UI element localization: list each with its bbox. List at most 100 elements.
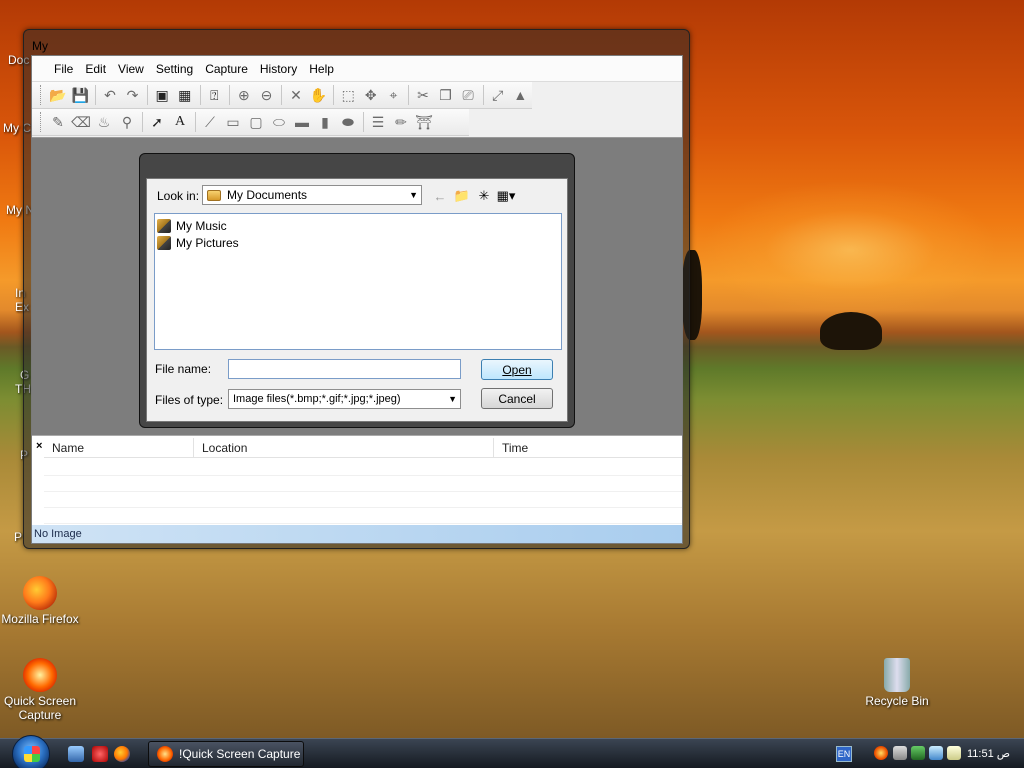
column-name[interactable]: Name [44, 438, 194, 457]
desktop-icon-quick-screen-capture[interactable]: Quick Screen Capture [0, 658, 80, 722]
eyedropper-icon[interactable]: ⚲ [116, 111, 138, 133]
filled-rounded-rect-icon[interactable]: ▮ [314, 111, 336, 133]
filled-ellipse-icon[interactable]: ⬬ [337, 111, 359, 133]
hand-icon[interactable]: ✋ [308, 84, 330, 106]
firefox-quicklaunch-icon[interactable] [114, 746, 130, 762]
tray-display-icon[interactable] [929, 746, 943, 760]
sun-glow [700, 180, 1000, 320]
taskbar: !Quick Screen Capture EN 11:51 ص [0, 735, 1024, 768]
quicklaunch-app-icon[interactable] [92, 746, 108, 762]
rounded-rect-icon[interactable]: ▢ [245, 111, 267, 133]
help-icon[interactable]: ⍰ [203, 84, 225, 106]
line-width-icon[interactable]: ☰ [367, 111, 389, 133]
resize-icon[interactable]: ⤢ [487, 84, 509, 106]
rectangle-icon[interactable]: ▭ [222, 111, 244, 133]
look-in-select[interactable]: My Documents ▼ [202, 185, 422, 205]
file-list[interactable]: My Music My Pictures [154, 213, 562, 350]
pictures-folder-icon [157, 235, 171, 250]
menu-view[interactable]: View [112, 62, 150, 76]
zoom-in-icon[interactable]: ⊕ [233, 84, 255, 106]
tray-capture-icon[interactable] [874, 746, 888, 760]
toolbar-separator [408, 85, 410, 105]
menu-history[interactable]: History [254, 62, 303, 76]
toolbar-separator [195, 112, 196, 132]
firefox-icon [23, 576, 57, 610]
save-icon[interactable]: 💾 [70, 84, 92, 106]
look-in-value: My Documents [227, 188, 308, 202]
file-name-input[interactable] [228, 359, 461, 379]
capture-window-icon[interactable]: ▣ [151, 84, 173, 106]
table-row [44, 476, 682, 492]
open-dialog[interactable]: Look in: My Documents ▼ ← 📁 ✳ ▦▾ My Musi… [139, 153, 575, 428]
language-indicator[interactable]: EN [836, 746, 852, 762]
fill-icon[interactable]: ♨ [93, 111, 115, 133]
up-folder-icon[interactable]: 📁 [451, 187, 473, 205]
toolbar-separator [281, 85, 283, 105]
windows-logo-icon [24, 746, 40, 762]
arrow-icon[interactable]: ➚ [146, 111, 168, 133]
toolbar-separator [147, 85, 149, 105]
app-window[interactable]: My File Edit View Setting Capture Histor… [23, 29, 690, 549]
copy-icon[interactable]: ❐ [435, 84, 457, 106]
pencil-icon[interactable]: ✎ [47, 111, 69, 133]
undo-icon[interactable]: ↶ [99, 84, 121, 106]
cancel-button[interactable]: Cancel [481, 388, 553, 409]
new-folder-icon[interactable]: ✳ [473, 187, 495, 205]
history-panel: × Name Location Time [32, 435, 682, 525]
show-desktop-icon[interactable] [68, 746, 84, 762]
line-icon[interactable]: ⟋ [199, 111, 221, 133]
pen-color-icon[interactable]: ✏ [390, 111, 412, 133]
menu-help[interactable]: Help [303, 62, 340, 76]
text-icon[interactable]: A [169, 111, 191, 133]
toolbar-separator [482, 85, 484, 105]
tray-security-icon[interactable] [911, 746, 925, 760]
desktop-icon-firefox[interactable]: Mozilla Firefox [0, 576, 80, 626]
tray-network-icon[interactable] [893, 746, 907, 760]
toolbar-grip[interactable] [40, 112, 43, 132]
cut-icon[interactable]: ✂ [412, 84, 434, 106]
list-item-label: My Music [176, 218, 227, 233]
canvas-area[interactable]: Look in: My Documents ▼ ← 📁 ✳ ▦▾ My Musi… [32, 137, 682, 435]
list-item[interactable]: My Music [157, 217, 559, 234]
open-icon[interactable]: 📂 [47, 84, 69, 106]
menu-setting[interactable]: Setting [150, 62, 199, 76]
rotate-icon[interactable]: ▲ [510, 84, 532, 106]
clock[interactable]: 11:51 ص [967, 747, 1010, 760]
table-row [44, 460, 682, 476]
capture-region-icon[interactable]: ▦ [174, 84, 196, 106]
drawing-toolbar: ✎ ⌫ ♨ ⚲ ➚ A ⟋ ▭ ▢ ⬭ ▬ ▮ ⬬ ☰ ✏ ⛩ [32, 109, 469, 136]
look-in-label: Look in: [157, 189, 200, 203]
start-button[interactable] [12, 735, 50, 768]
move-icon[interactable]: ✥ [360, 84, 382, 106]
view-menu-icon[interactable]: ▦▾ [495, 187, 517, 205]
paste-icon[interactable]: ⎚ [457, 84, 479, 106]
column-location[interactable]: Location [194, 438, 494, 457]
back-icon[interactable]: ← [429, 187, 451, 205]
eraser-icon[interactable]: ⌫ [70, 111, 92, 133]
file-type-label: Files of type: [155, 393, 224, 407]
select-rect-icon[interactable]: ⬚ [337, 84, 359, 106]
column-time[interactable]: Time [494, 438, 682, 457]
delete-icon[interactable]: ✕ [285, 84, 307, 106]
fill-color-icon[interactable]: ⛩ [413, 111, 435, 133]
ellipse-icon[interactable]: ⬭ [268, 111, 290, 133]
toolbar-grip[interactable] [40, 85, 43, 105]
folder-icon [207, 189, 221, 201]
zoom-out-icon[interactable]: ⊖ [256, 84, 278, 106]
history-header: Name Location Time [44, 438, 682, 458]
open-button[interactable]: Open [481, 359, 553, 380]
table-row [44, 508, 682, 524]
taskbar-item-quick-screen-capture[interactable]: !Quick Screen Capture [148, 741, 304, 767]
menu-edit[interactable]: Edit [79, 62, 112, 76]
tray-tool-icon[interactable] [947, 746, 961, 760]
crop-icon[interactable]: ⌖ [383, 84, 405, 106]
redo-icon[interactable]: ↷ [122, 84, 144, 106]
close-icon[interactable]: × [36, 440, 42, 452]
menu-file[interactable]: File [48, 62, 79, 76]
file-type-select[interactable]: Image files(*.bmp;*.gif;*.jpg;*.jpeg) ▼ [228, 389, 461, 409]
filled-rect-icon[interactable]: ▬ [291, 111, 313, 133]
menu-capture[interactable]: Capture [199, 62, 254, 76]
desktop-icon-recycle-bin[interactable]: Recycle Bin [857, 658, 937, 708]
list-item[interactable]: My Pictures [157, 234, 559, 251]
desktop-label-fragment[interactable]: P [14, 530, 22, 544]
